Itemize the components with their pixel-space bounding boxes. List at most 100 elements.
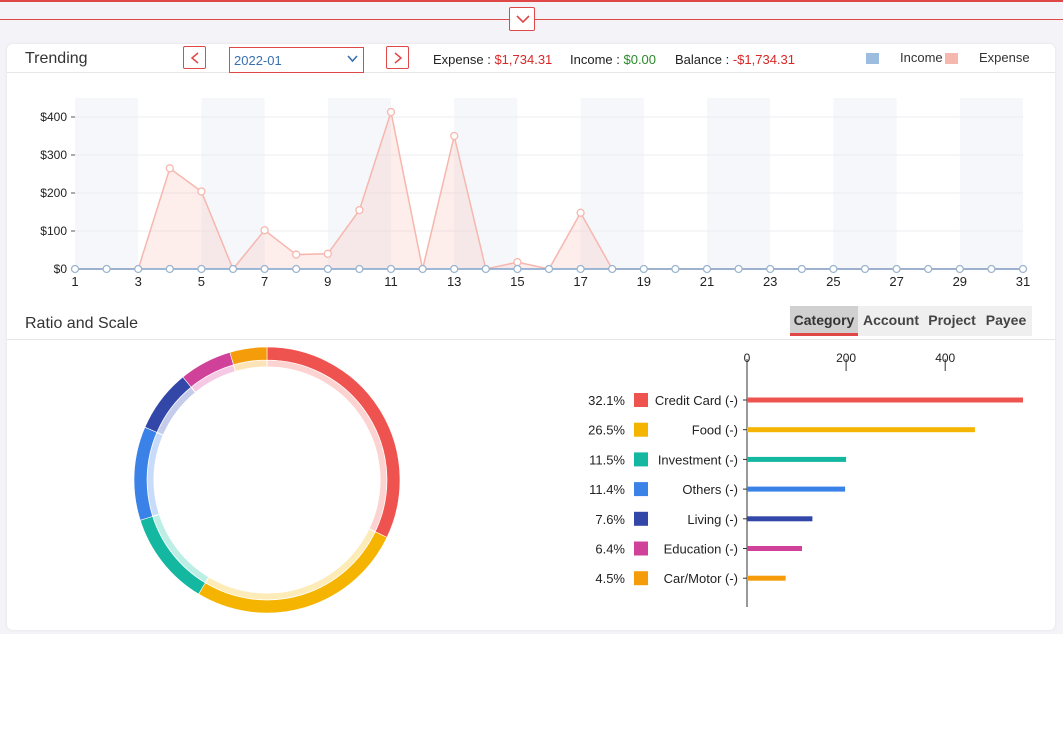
income-point — [481, 264, 490, 274]
bar-legend-swatch — [634, 422, 648, 437]
income-point — [165, 264, 174, 274]
collapse-toggle-button[interactable] — [509, 7, 535, 31]
x-tick-label: 3 — [135, 274, 142, 289]
bar — [747, 456, 847, 462]
income-point — [671, 264, 680, 274]
month-select-value: 2022-01 — [234, 53, 282, 68]
expense-point — [165, 164, 174, 173]
y-tick-label: $400 — [40, 110, 67, 124]
expense-point — [197, 187, 206, 196]
next-month-button[interactable] — [386, 46, 409, 69]
prev-month-button[interactable] — [183, 46, 206, 69]
income-value: $0.00 — [623, 52, 657, 67]
ratio-tabs: Category Account Project Payee — [790, 306, 1032, 336]
expense-point — [260, 226, 269, 235]
income-point — [1018, 264, 1028, 274]
income-point — [892, 264, 901, 274]
legend-income-label[interactable]: Income — [900, 50, 943, 65]
legend-income-swatch[interactable] — [866, 53, 879, 64]
chevron-down-icon — [516, 15, 530, 24]
bar — [747, 546, 803, 551]
bar-legend-swatch — [634, 541, 648, 556]
chart-band — [833, 98, 897, 269]
x-tick-label: 27 — [889, 274, 903, 289]
x-tick-label: 7 — [261, 274, 268, 289]
bar-legend-swatch — [634, 452, 648, 467]
bar — [747, 427, 975, 433]
bar-x-tick-label: 0 — [744, 351, 751, 365]
tab-payee[interactable]: Payee — [980, 306, 1032, 336]
tab-project[interactable]: Project — [924, 306, 980, 336]
bar — [747, 516, 813, 522]
expense-stat: Expense : $1,734.31 — [433, 52, 552, 67]
income-point — [260, 264, 269, 274]
tab-account[interactable]: Account — [858, 306, 924, 336]
income-point — [576, 264, 585, 274]
expense-point — [292, 250, 301, 259]
x-tick-label: 15 — [510, 274, 524, 289]
bar-percent-label: 26.5% — [588, 423, 625, 438]
bar — [747, 397, 1023, 403]
income-point — [102, 264, 111, 274]
income-point — [955, 264, 964, 274]
balance-stat: Balance : -$1,734.31 — [675, 52, 795, 67]
income-point — [386, 264, 396, 274]
income-label: Income : — [570, 52, 620, 67]
income-point — [639, 264, 648, 274]
income-point — [797, 264, 806, 274]
income-point — [766, 264, 775, 274]
income-point — [734, 264, 743, 274]
bar-percent-label: 11.4% — [589, 482, 625, 497]
income-point — [292, 264, 301, 274]
income-point — [450, 264, 459, 274]
y-tick-label: $300 — [40, 148, 67, 162]
y-tick-label: $200 — [40, 186, 67, 200]
income-point — [355, 264, 364, 274]
income-point — [197, 264, 206, 274]
trending-chart: $0$100$200$300$4001 3 5 7 9 11 13 15 17 19 21 23 25 2… — [40, 98, 1030, 289]
income-point — [544, 264, 554, 274]
legend-expense-label[interactable]: Expense — [979, 50, 1030, 65]
balance-value: -$1,734.31 — [732, 52, 795, 67]
income-point — [70, 264, 80, 274]
income-point — [860, 264, 870, 274]
chart-band — [959, 98, 1023, 269]
chart-band — [75, 98, 139, 269]
bar-x-tick-label: 400 — [935, 351, 955, 365]
bar-percent-label: 4.5% — [595, 571, 625, 586]
category-donut-chart — [133, 346, 401, 614]
income-point — [608, 264, 617, 274]
chevron-down-icon — [347, 55, 358, 63]
bar-category-label: Others (-) — [682, 482, 738, 497]
bar-legend-swatch — [634, 482, 648, 497]
donut-slice — [139, 515, 206, 595]
balance-label: Balance : — [675, 52, 730, 67]
bar-category-label: Credit Card (-) — [655, 393, 738, 408]
bar-x-tick-label: 200 — [836, 351, 856, 365]
y-tick-label: $0 — [54, 262, 68, 276]
bar-percent-label: 6.4% — [595, 542, 625, 557]
x-tick-label: 29 — [953, 274, 967, 289]
bar-category-label: Car/Motor (-) — [664, 571, 738, 586]
income-stat: Income : $0.00 — [570, 52, 656, 67]
top-divider — [0, 0, 1063, 2]
bar-percent-label: 11.5% — [589, 452, 625, 467]
income-point — [418, 264, 427, 274]
bar-category-label: Education (-) — [664, 542, 738, 557]
expense-point — [323, 249, 332, 258]
bar — [747, 575, 786, 581]
bar-category-label: Living (-) — [687, 512, 738, 527]
x-tick-label: 23 — [763, 274, 777, 289]
income-point — [702, 264, 712, 274]
tab-category[interactable]: Category — [790, 306, 858, 336]
expense-point — [355, 205, 364, 215]
bar-legend-swatch — [634, 571, 648, 586]
category-bar-chart: 0 200 400 32.1% Credit Card (-) 26.5% Food (-)… — [588, 351, 1023, 607]
y-tick-label: $100 — [40, 224, 67, 238]
expense-label: Expense : — [433, 52, 491, 67]
expense-point — [576, 208, 585, 217]
legend-expense-swatch[interactable] — [945, 53, 958, 64]
x-tick-label: 5 — [198, 274, 205, 289]
income-point — [513, 264, 522, 274]
month-select[interactable]: 2022-01 — [229, 47, 364, 73]
